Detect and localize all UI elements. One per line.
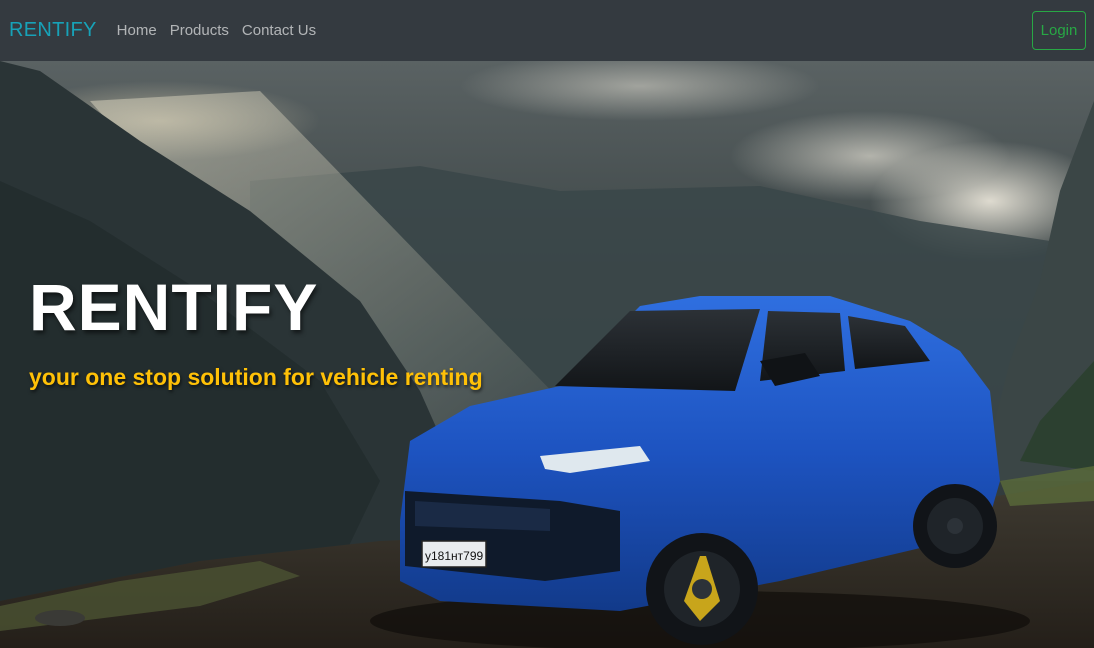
navbar: RENTIFY Home Products Contact Us Login [0, 0, 1094, 61]
nav-links: Home Products Contact Us [117, 22, 316, 39]
hero-tagline: your one stop solution for vehicle renti… [29, 364, 483, 390]
hero-banner: у181нт799 RENTIFY your one stop solution… [0, 61, 1094, 648]
brand-logo[interactable]: RENTIFY [9, 19, 97, 42]
nav-link-products[interactable]: Products [170, 22, 229, 39]
nav-link-contact[interactable]: Contact Us [242, 22, 316, 39]
login-button[interactable]: Login [1032, 11, 1086, 50]
hero-title: RENTIFY [29, 270, 319, 344]
hero-background-image: у181нт799 [0, 61, 1094, 648]
nav-link-home[interactable]: Home [117, 22, 157, 39]
license-plate-text: у181нт799 [425, 549, 483, 563]
